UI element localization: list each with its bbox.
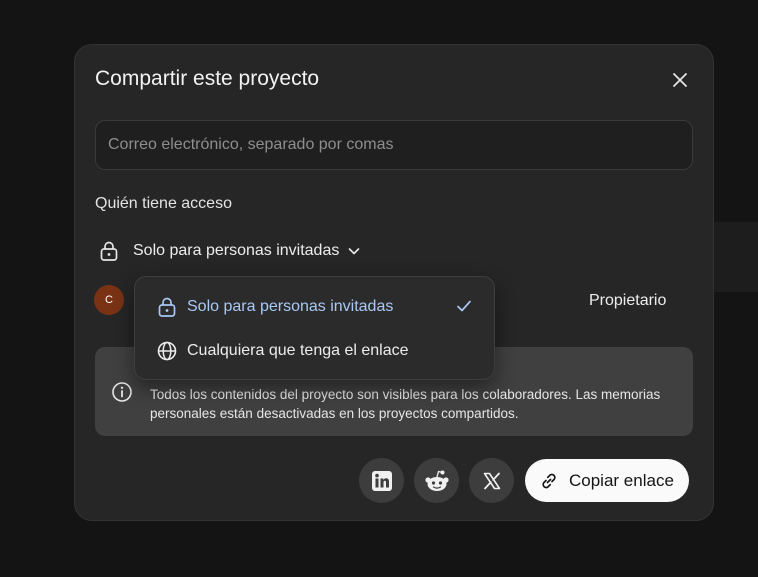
access-option-label: Cualquiera que tenga el enlace — [187, 342, 409, 359]
linkedin-button[interactable] — [359, 458, 404, 503]
close-button[interactable] — [667, 67, 693, 93]
close-icon — [673, 73, 687, 87]
globe-icon — [157, 341, 177, 361]
share-actions: Copiar enlace — [359, 458, 689, 503]
reddit-icon — [424, 470, 449, 491]
link-icon — [542, 473, 556, 488]
linkedin-icon — [371, 470, 392, 491]
x-icon — [483, 472, 500, 489]
access-option-invited[interactable]: Solo para personas invitadas — [157, 296, 393, 318]
reddit-button[interactable] — [414, 458, 459, 503]
lock-icon — [100, 241, 118, 261]
access-label: Quién tiene acceso — [95, 195, 232, 212]
lock-icon — [158, 297, 176, 317]
access-option-anyone[interactable]: Cualquiera que tenga el enlace — [157, 341, 409, 361]
info-icon — [111, 381, 133, 403]
check-icon — [455, 297, 473, 315]
access-option-label: Solo para personas invitadas — [187, 298, 394, 315]
dialog-title: Compartir este proyecto — [95, 67, 320, 90]
access-selector-label: Solo para personas invitadas — [133, 242, 340, 259]
background-panel — [712, 222, 758, 292]
member-role: Propietario — [589, 292, 667, 309]
email-input[interactable] — [95, 120, 693, 170]
access-selector[interactable]: Solo para personas invitadas — [99, 237, 361, 265]
avatar: C — [94, 285, 124, 315]
copy-link-label: Copiar enlace — [569, 470, 674, 490]
access-dropdown-menu: Solo para personas invitadas Cualquiera … — [134, 276, 495, 380]
copy-link-button[interactable]: Copiar enlace — [525, 459, 689, 502]
x-button[interactable] — [469, 458, 514, 503]
chevron-down-icon — [347, 244, 361, 258]
info-text: Todos los contenidos del proyecto son vi… — [150, 387, 661, 421]
